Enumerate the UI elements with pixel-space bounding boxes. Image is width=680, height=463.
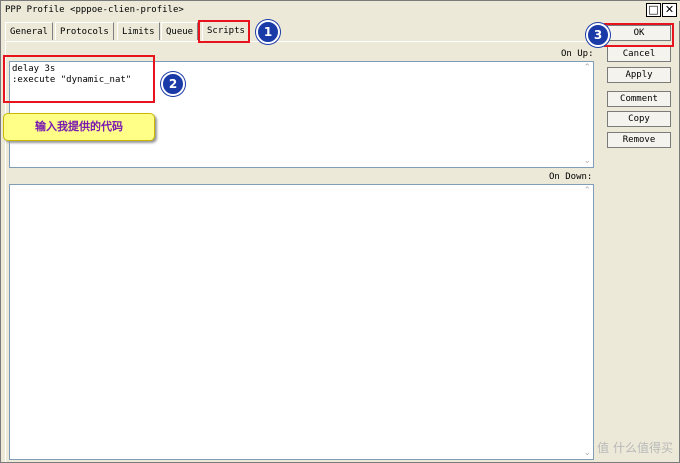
tab-limits[interactable]: Limits (117, 22, 160, 40)
ok-button-highlight (604, 23, 674, 47)
watermark: 值 什么值得买 (597, 441, 673, 455)
scroll-down-icon[interactable]: ⌄ (583, 156, 591, 166)
copy-button[interactable]: Copy (607, 111, 671, 127)
window-title: PPP Profile <pppoe-clien-profile> (5, 5, 184, 15)
on-down-textarea[interactable]: ⌃ ⌄ (9, 184, 594, 460)
title-bar: PPP Profile <pppoe-clien-profile> □ ✕ (1, 1, 680, 21)
step-2-badge: 2 (161, 72, 185, 96)
scripts-tab-highlight (198, 20, 250, 43)
ppp-profile-window: PPP Profile <pppoe-clien-profile> □ ✕ Ge… (0, 0, 680, 463)
tab-protocols[interactable]: Protocols (55, 22, 114, 40)
cancel-button[interactable]: Cancel (607, 46, 671, 62)
step-1-badge: 1 (256, 20, 280, 44)
script-code-highlight (3, 55, 155, 103)
maximize-button[interactable]: □ (646, 3, 661, 17)
tab-general[interactable]: General (5, 22, 53, 40)
step-3-badge: 3 (586, 23, 610, 47)
scroll-up-icon[interactable]: ⌃ (583, 186, 591, 196)
on-up-label: On Up: (561, 49, 594, 59)
scroll-up-icon[interactable]: ⌃ (583, 63, 591, 73)
comment-button[interactable]: Comment (607, 91, 671, 107)
scroll-down-icon[interactable]: ⌄ (583, 448, 591, 458)
apply-button[interactable]: Apply (607, 67, 671, 83)
on-down-label: On Down: (549, 172, 593, 182)
tab-queue[interactable]: Queue (161, 22, 199, 40)
remove-button[interactable]: Remove (607, 132, 671, 148)
close-button[interactable]: ✕ (662, 3, 677, 17)
instruction-callout: 输入我提供的代码 (3, 113, 155, 141)
